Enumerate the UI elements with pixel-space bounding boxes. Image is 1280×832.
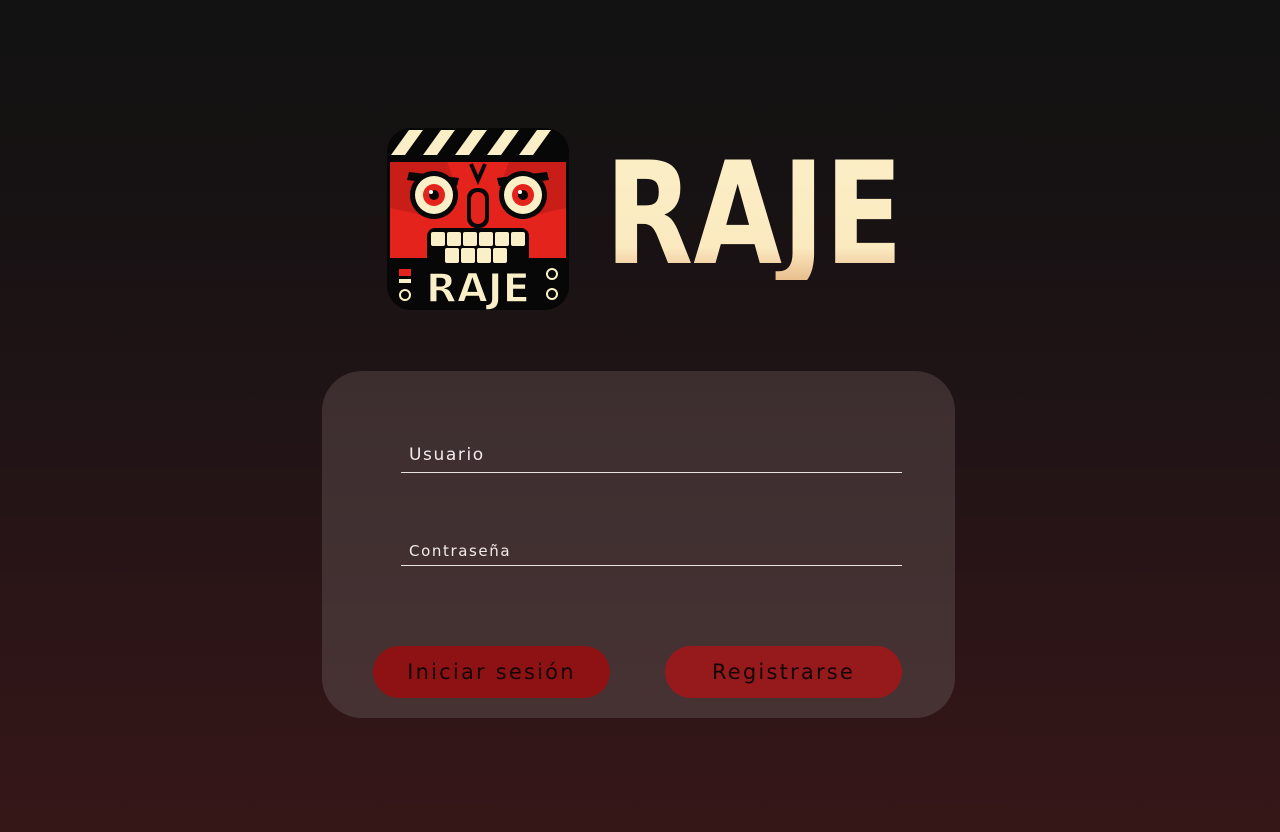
password-field-wrapper (401, 531, 902, 566)
raje-logo-icon: RAJE (387, 128, 569, 310)
username-field-wrapper (401, 433, 902, 473)
brand-header: RAJE RAJE (387, 128, 927, 312)
password-input[interactable] (401, 531, 902, 565)
username-input[interactable] (401, 433, 902, 472)
app-wordmark: RAJE (605, 132, 915, 297)
login-button[interactable]: Iniciar sesión (373, 646, 610, 698)
register-button[interactable]: Registrarse (665, 646, 902, 698)
login-card: Iniciar sesión Registrarse (322, 371, 955, 718)
icon-wordmark: RAJE (426, 266, 530, 310)
app-title: RAJE (605, 132, 903, 280)
